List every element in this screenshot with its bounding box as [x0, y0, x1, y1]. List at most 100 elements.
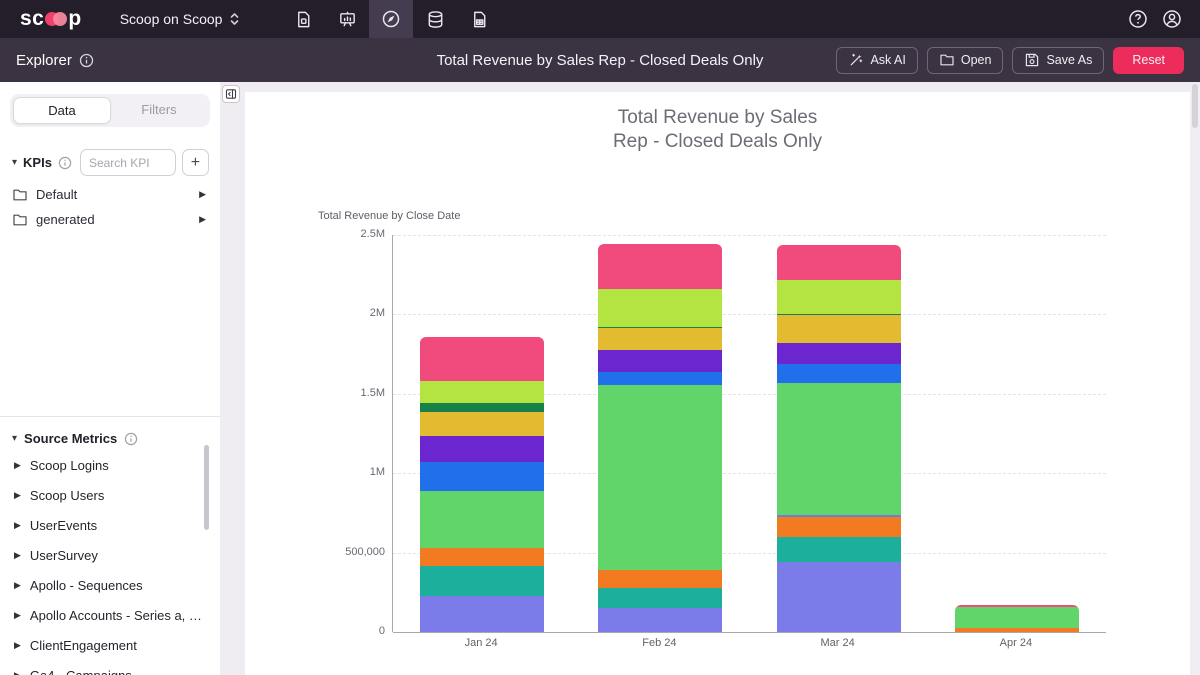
x-axis-line [393, 632, 1106, 633]
bar-segment-series_5[interactable] [955, 607, 1079, 628]
info-icon[interactable] [124, 432, 138, 446]
caret-right-icon[interactable]: ▶ [14, 670, 21, 675]
account-icon [1162, 9, 1182, 29]
reset-button[interactable]: Reset [1113, 47, 1184, 74]
open-button[interactable]: Open [927, 47, 1004, 74]
bar-segment-series_5[interactable] [420, 491, 544, 548]
bar-segment-series_1[interactable] [420, 596, 544, 632]
bar-segment-series_11[interactable] [777, 245, 901, 280]
bar-segment-series_10[interactable] [598, 289, 722, 327]
bar-segment-series_8[interactable] [598, 328, 722, 350]
bar-segment-series_5[interactable] [777, 383, 901, 516]
stacked-bar-feb-24[interactable] [598, 244, 722, 632]
source-metric-item[interactable]: ▶ ClientEngagement [0, 630, 220, 660]
tab-data[interactable]: Data [13, 97, 111, 124]
stacked-bar-apr-24[interactable] [955, 605, 1079, 632]
bar-segment-series_6[interactable] [420, 462, 544, 491]
caret-down-icon[interactable]: ▾ [12, 433, 17, 444]
nav-tab-canvas[interactable] [281, 0, 325, 38]
bar-segment-series_9[interactable] [420, 403, 544, 411]
source-metric-item[interactable]: ▶ Scoop Users [0, 480, 220, 510]
plot-area [392, 235, 1105, 632]
info-icon[interactable] [79, 53, 94, 68]
navbar-right [1128, 9, 1182, 29]
page-title: Explorer [16, 52, 94, 69]
bar-segment-series_11[interactable] [598, 244, 722, 289]
ask-ai-label: Ask AI [870, 53, 905, 67]
page-scrollbar-thumb[interactable] [1192, 84, 1198, 128]
kpi-folder-default[interactable]: Default ▶ [0, 182, 220, 207]
gridline [393, 314, 1106, 315]
stacked-bar-jan-24[interactable] [420, 337, 544, 632]
source-metric-item[interactable]: ▶Apollo - Sequences [0, 570, 220, 600]
reset-label: Reset [1132, 53, 1165, 67]
bar-segment-series_1[interactable] [777, 562, 901, 632]
presentation-icon [338, 10, 357, 29]
caret-right-icon[interactable]: ▶ [14, 460, 21, 471]
page-scrollbar-track[interactable] [1190, 82, 1200, 675]
source-metrics-list: ▶Scoop Logins▶Scoop Users▶UserEvents▶Use… [0, 450, 220, 675]
nav-tab-datasets[interactable] [413, 0, 457, 38]
save-as-label: Save As [1046, 53, 1092, 67]
kpis-header: ▾ KPIs + [12, 149, 210, 176]
bar-segment-series_6[interactable] [777, 364, 901, 383]
caret-right-icon[interactable]: ▶ [199, 189, 206, 200]
folder-label: Default [36, 187, 191, 202]
add-kpi-button[interactable]: + [182, 149, 209, 176]
search-kpi-input[interactable] [80, 149, 176, 176]
nav-tab-explorer[interactable] [369, 0, 413, 38]
chart-canvas: Total Revenue by Sales Rep - Closed Deal… [245, 92, 1190, 675]
source-metric-item[interactable]: ▶UserEvents [0, 510, 220, 540]
workspace-selector[interactable]: Scoop on Scoop [120, 11, 242, 27]
help-button[interactable] [1128, 9, 1148, 29]
bar-segment-series_7[interactable] [420, 436, 544, 462]
nav-tab-presentation[interactable] [325, 0, 369, 38]
bar-segment-series_7[interactable] [598, 350, 722, 371]
save-as-button[interactable]: Save As [1012, 47, 1104, 74]
bar-segment-series_1[interactable] [598, 608, 722, 632]
caret-right-icon[interactable]: ▶ [14, 580, 21, 591]
bar-segment-series_3[interactable] [777, 517, 901, 537]
source-metric-label: Scoop Users [30, 488, 104, 503]
kpi-folder-generated[interactable]: generated ▶ [0, 207, 220, 232]
bar-segment-series_11[interactable] [420, 337, 544, 381]
info-icon[interactable] [58, 156, 72, 170]
sidebar-tabs: Data Filters [10, 94, 210, 127]
caret-right-icon[interactable]: ▶ [199, 214, 206, 225]
caret-right-icon[interactable]: ▶ [14, 490, 21, 501]
bar-segment-series_2[interactable] [777, 537, 901, 561]
magic-wand-icon [848, 52, 864, 68]
caret-right-icon[interactable]: ▶ [14, 640, 21, 651]
bar-segment-series_3[interactable] [420, 548, 544, 565]
caret-right-icon[interactable]: ▶ [14, 610, 21, 621]
collapse-panel-button[interactable] [222, 85, 240, 103]
bar-segment-series_10[interactable] [777, 280, 901, 314]
account-button[interactable] [1162, 9, 1182, 29]
caret-right-icon[interactable]: ▶ [14, 520, 21, 531]
bar-segment-series_3[interactable] [955, 628, 1079, 632]
folder-label: generated [36, 212, 191, 227]
source-metric-item[interactable]: ▶Scoop Logins [0, 450, 220, 480]
ask-ai-button[interactable]: Ask AI [836, 47, 917, 74]
tab-filters[interactable]: Filters [111, 97, 207, 124]
bar-segment-series_6[interactable] [598, 372, 722, 385]
caret-right-icon[interactable]: ▶ [14, 550, 21, 561]
x-tick-label: Jan 24 [411, 637, 551, 649]
bar-segment-series_7[interactable] [777, 343, 901, 363]
caret-down-icon[interactable]: ▾ [12, 157, 17, 168]
source-metric-item[interactable]: ▶UserSurvey [0, 540, 220, 570]
source-metric-item[interactable]: ▶Ga4 - Campaigns [0, 660, 220, 675]
bar-segment-series_5[interactable] [598, 385, 722, 570]
bar-segment-series_10[interactable] [420, 381, 544, 403]
source-metric-label: ClientEngagement [30, 638, 137, 653]
x-tick-label: Apr 24 [946, 637, 1086, 649]
sidebar-scrollbar[interactable] [204, 445, 209, 530]
source-metric-item[interactable]: ▶Apollo Accounts - Series a, … [0, 600, 220, 630]
nav-tab-sheets[interactable] [457, 0, 501, 38]
bar-segment-series_2[interactable] [420, 566, 544, 596]
bar-segment-series_2[interactable] [598, 588, 722, 608]
bar-segment-series_8[interactable] [777, 315, 901, 343]
bar-segment-series_3[interactable] [598, 570, 722, 588]
stacked-bar-mar-24[interactable] [777, 245, 901, 632]
bar-segment-series_8[interactable] [420, 412, 544, 436]
